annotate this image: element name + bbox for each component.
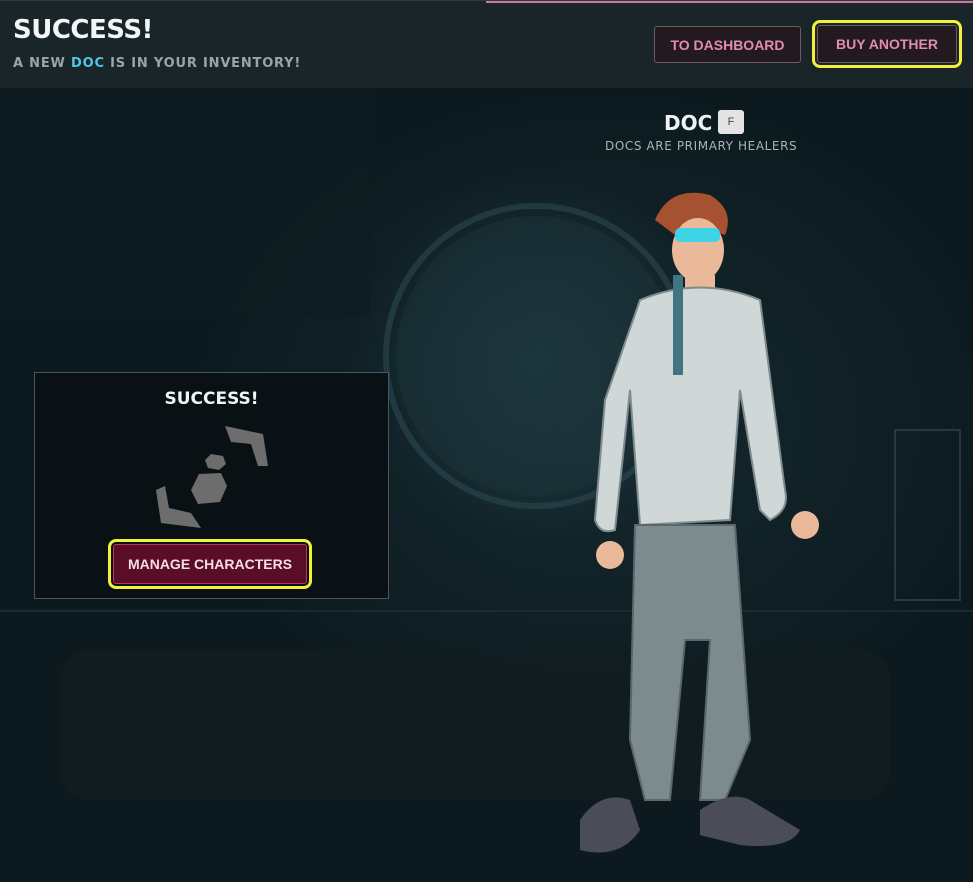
buy-another-button[interactable]: BUY ANOTHER bbox=[812, 20, 962, 68]
success-panel-title: SUCCESS! bbox=[164, 389, 259, 409]
character-portrait bbox=[580, 192, 819, 853]
header-bar: SUCCESS! A NEW DOC IS IN YOUR INVENTORY!… bbox=[0, 0, 973, 88]
character-swap-icon bbox=[156, 426, 268, 528]
character-description: DOCS ARE PRIMARY HEALERS bbox=[605, 139, 798, 153]
character-name: DOC bbox=[664, 111, 713, 135]
success-panel: SUCCESS! MANAGE CHARACTERS bbox=[34, 372, 389, 599]
page-title: SUCCESS! bbox=[13, 15, 153, 45]
subtitle-prefix: A NEW bbox=[13, 56, 66, 71]
page-subtitle: A NEW DOC IS IN YOUR INVENTORY! bbox=[13, 56, 301, 71]
character-gender-badge: F bbox=[718, 110, 744, 134]
header-accent-line bbox=[486, 1, 973, 3]
manage-characters-button[interactable]: MANAGE CHARACTERS bbox=[108, 539, 312, 589]
subtitle-character-class: DOC bbox=[71, 56, 105, 71]
subtitle-suffix: IS IN YOUR INVENTORY! bbox=[110, 56, 302, 71]
to-dashboard-button[interactable]: TO DASHBOARD bbox=[654, 26, 801, 63]
